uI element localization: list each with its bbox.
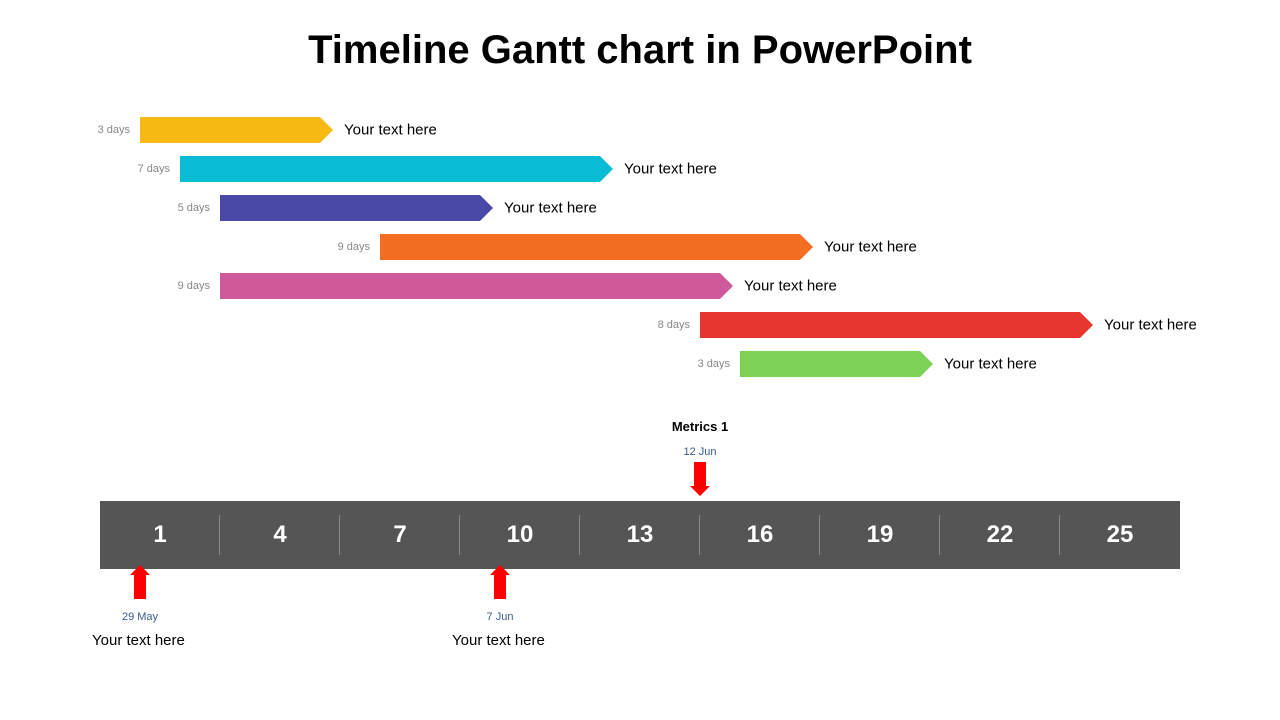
duration-label: 5 days [140,202,210,214]
axis-tick: 16 [700,501,820,569]
duration-label: 9 days [140,280,210,292]
axis-tick: 1 [100,501,220,569]
duration-label: 9 days [300,241,370,253]
task-label: Your text here [944,355,1037,372]
gantt-area: 3 days Your text here 7 days Your text h… [0,110,1280,383]
task-label: Your text here [624,160,717,177]
marker-date: 7 Jun [470,611,530,623]
task-row: 7 days Your text here [0,149,1280,188]
task-row: 5 days Your text here [0,188,1280,227]
task-bar [380,234,800,260]
duration-label: 3 days [660,358,730,370]
task-row: 3 days Your text here [0,344,1280,383]
task-bar [180,156,600,182]
task-bar [220,273,720,299]
metrics-label: Metrics 1 [670,419,730,434]
axis-tick: 4 [220,501,340,569]
axis-tick: 7 [340,501,460,569]
task-row: 3 days Your text here [0,110,1280,149]
duration-label: 7 days [100,163,170,175]
axis-tick: 19 [820,501,940,569]
task-bar [740,351,920,377]
task-bar [140,117,320,143]
arrow-up-icon [134,575,146,599]
duration-label: 3 days [60,124,130,136]
task-label: Your text here [744,277,837,294]
task-label: Your text here [1104,316,1197,333]
task-label: Your text here [344,121,437,138]
marker-date: 29 May [110,611,170,623]
duration-label: 8 days [620,319,690,331]
marker-label: Your text here [452,632,545,649]
marker-label: Your text here [92,632,185,649]
arrow-down-icon [694,462,706,486]
arrow-up-icon [494,575,506,599]
task-row: 9 days Your text here [0,227,1280,266]
marker-date: 12 Jun [670,446,730,458]
axis-tick: 25 [1060,501,1180,569]
task-row: 9 days Your text here [0,266,1280,305]
task-label: Your text here [824,238,917,255]
timeline-axis: 1 4 7 10 13 16 19 22 25 [100,501,1180,569]
chart-title: Timeline Gantt chart in PowerPoint [0,0,1280,73]
task-label: Your text here [504,199,597,216]
task-bar [220,195,480,221]
axis-tick: 10 [460,501,580,569]
task-bar [700,312,1080,338]
task-row: 8 days Your text here [0,305,1280,344]
axis-tick: 13 [580,501,700,569]
axis-tick: 22 [940,501,1060,569]
